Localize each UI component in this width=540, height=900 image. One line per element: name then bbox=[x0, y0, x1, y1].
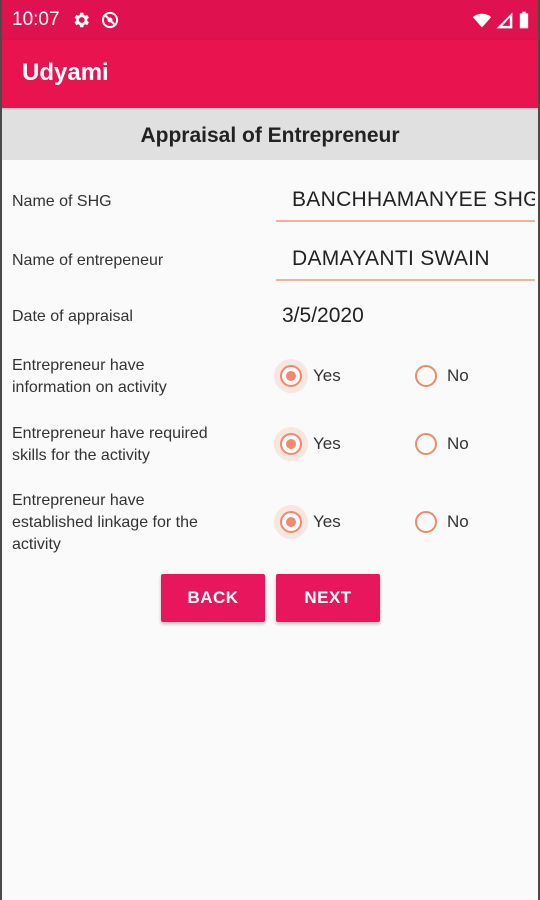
question-information-no-label[interactable]: No bbox=[447, 366, 469, 386]
app-bar: Udyami bbox=[0, 40, 540, 108]
question-label-line: established linkage for the bbox=[12, 514, 198, 531]
question-skills-yes-radio[interactable] bbox=[280, 433, 302, 455]
question-skills-yes-label[interactable]: Yes bbox=[313, 434, 341, 454]
question-label-line: information on activity bbox=[12, 379, 167, 396]
shg-name-label: Name of SHG bbox=[12, 193, 112, 210]
entrepreneur-name-label: Name of entrepeneur bbox=[12, 252, 164, 269]
question-label-line: Entrepreneur have bbox=[12, 357, 145, 374]
question-information-yes-radio[interactable] bbox=[280, 365, 302, 387]
gear-icon bbox=[74, 12, 89, 28]
entrepreneur-name-value: DAMAYANTI SWAIN bbox=[292, 247, 490, 270]
question-label-line: Entrepreneur have bbox=[12, 492, 145, 509]
question-skills-no-label[interactable]: No bbox=[447, 434, 469, 454]
question-information-yes-label[interactable]: Yes bbox=[313, 366, 341, 386]
battery-icon bbox=[519, 11, 529, 29]
question-linkage-label: Entrepreneur have established linkage fo… bbox=[12, 490, 198, 556]
status-bar: 10:07 bbox=[0, 0, 540, 40]
next-button[interactable]: NEXT bbox=[276, 574, 380, 622]
question-linkage-no-radio[interactable] bbox=[415, 511, 437, 533]
question-label-line: Entrepreneur have required bbox=[12, 425, 208, 442]
shg-name-value: BANCHHAMANYEE SHG bbox=[292, 188, 535, 211]
question-skills-label: Entrepreneur have required skills for th… bbox=[12, 423, 208, 467]
app-title: Udyami bbox=[22, 59, 109, 86]
wifi-icon bbox=[472, 13, 492, 28]
entrepreneur-name-field[interactable]: DAMAYANTI SWAIN bbox=[276, 239, 535, 281]
shg-name-field[interactable]: BANCHHAMANYEE SHG bbox=[276, 180, 535, 222]
question-linkage-yes-label[interactable]: Yes bbox=[313, 512, 341, 532]
appraisal-date-label: Date of appraisal bbox=[12, 308, 133, 325]
sync-off-icon bbox=[101, 11, 119, 29]
status-time: 10:07 bbox=[12, 9, 60, 30]
section-title: Appraisal of Entrepreneur bbox=[0, 110, 540, 160]
question-linkage-yes-radio[interactable] bbox=[280, 511, 302, 533]
question-linkage-no-label[interactable]: No bbox=[447, 512, 469, 532]
question-label-line: activity bbox=[12, 536, 61, 553]
question-information-label: Entrepreneur have information on activit… bbox=[12, 355, 167, 399]
appraisal-date-value[interactable]: 3/5/2020 bbox=[282, 304, 364, 328]
device-edge-left bbox=[0, 0, 2, 900]
signal-icon bbox=[496, 12, 513, 29]
question-skills-no-radio[interactable] bbox=[415, 433, 437, 455]
back-button[interactable]: BACK bbox=[161, 574, 265, 622]
app-screen: 10:07 Udyami Appraisal of Entrepreneur N… bbox=[0, 0, 540, 900]
question-label-line: skills for the activity bbox=[12, 447, 150, 464]
question-information-no-radio[interactable] bbox=[415, 365, 437, 387]
